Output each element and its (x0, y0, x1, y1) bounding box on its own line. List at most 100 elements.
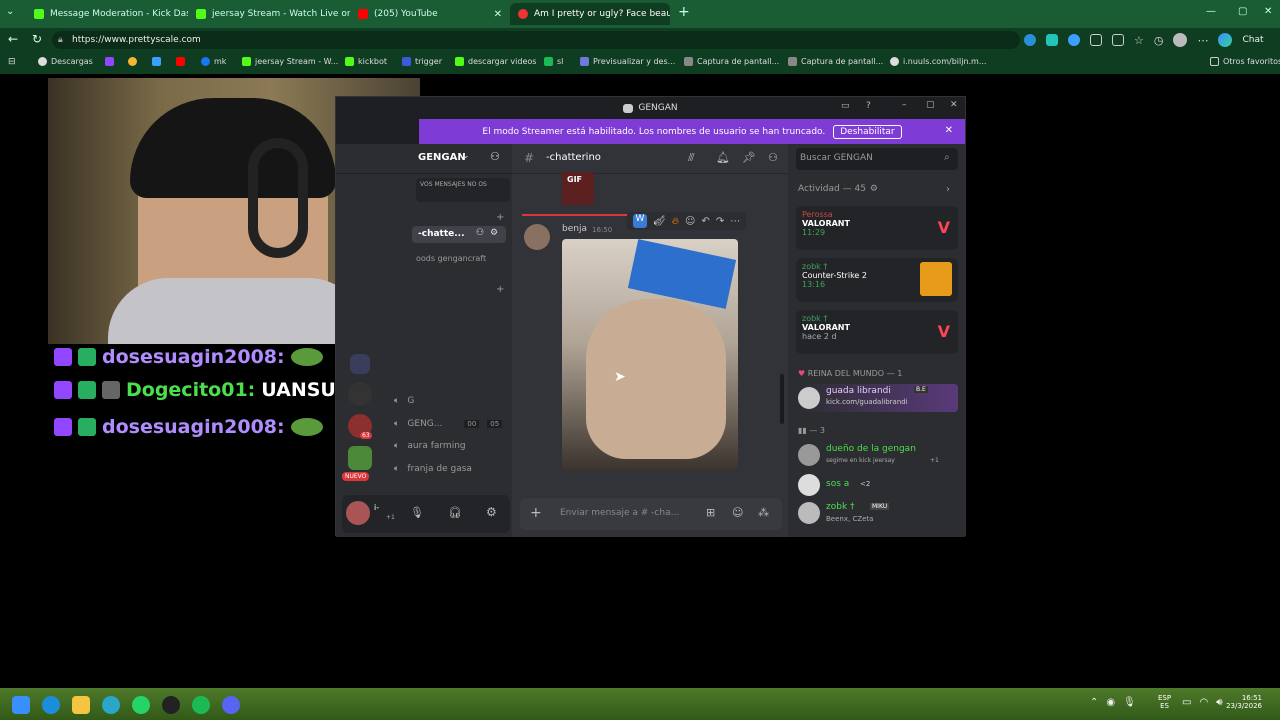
tab-list-icon[interactable]: ⌄ (6, 6, 14, 17)
bookmark-captura-2[interactable]: Captura de pantall... (788, 57, 883, 66)
whatsapp-icon[interactable] (132, 696, 150, 714)
bookmark-mk[interactable]: mk (201, 57, 226, 66)
bookmark-sl[interactable]: sl (544, 57, 563, 66)
gear-icon[interactable]: ⚙ (490, 228, 498, 238)
tab-youtube[interactable]: (205) YouTube ✕ (350, 3, 510, 25)
history-icon[interactable]: ◷ (1154, 34, 1164, 47)
member-row[interactable]: guada librandi B.E kick.com/guadalibrand… (796, 384, 958, 412)
chat-label[interactable]: Chat (1242, 35, 1263, 45)
forward-icon[interactable]: ↷ (716, 216, 724, 227)
close-icon[interactable]: ✕ (950, 100, 958, 110)
edge-icon[interactable] (42, 696, 60, 714)
member-list-icon[interactable]: ⚇ (768, 151, 778, 164)
back-icon[interactable]: ← (8, 32, 18, 46)
copilot-icon[interactable] (1218, 33, 1233, 47)
microphone-icon[interactable]: 🎙︎ (1123, 697, 1136, 708)
network-icon[interactable]: ▭ (1182, 697, 1191, 708)
avatar[interactable] (346, 501, 370, 525)
language-indicator[interactable]: ESP ES (1158, 694, 1171, 710)
bell-icon[interactable]: 🔔︎ (716, 151, 730, 164)
clock[interactable]: 16:51 23/3/2026 (1222, 694, 1262, 710)
folder-icon[interactable] (350, 354, 370, 374)
gif-thumbnail[interactable]: GIF (562, 172, 594, 205)
inbox-icon[interactable]: ▭ (841, 101, 850, 111)
reply-icon[interactable]: ↶ (701, 216, 709, 227)
more-icon[interactable]: ⋯ (1197, 34, 1208, 47)
search-input[interactable]: Buscar GENGAN ⌕ (796, 148, 958, 170)
close-icon[interactable]: ✕ (945, 125, 953, 136)
tab-jeersay-stream[interactable]: jeersay Stream - Watch Live on Kic ✕ (188, 3, 350, 25)
w-reaction-icon[interactable]: W (633, 214, 647, 228)
tab-prettyscale[interactable]: Am I pretty or ugly? Face beauty a ✕ (510, 3, 670, 25)
minimize-icon[interactable]: — (1206, 6, 1216, 17)
violin-reaction-icon[interactable]: 🎻︎ (653, 216, 666, 227)
bookmark-ext2[interactable] (152, 57, 161, 66)
add-member-icon[interactable]: ⚇ (476, 228, 484, 238)
bookmark-captura-1[interactable]: Captura de pantall... (684, 57, 779, 66)
server-icon[interactable] (348, 382, 372, 406)
emoji-icon[interactable]: ☺ (685, 216, 695, 227)
tab-message-moderation[interactable]: Message Moderation - Kick Dashb ✕ (26, 3, 188, 25)
bookmark-twitch[interactable] (105, 57, 114, 66)
bookmark-descargas[interactable]: Descargas (38, 57, 93, 66)
bookmark-nuuls[interactable]: i.nuuls.com/biljn.m... (890, 57, 986, 66)
sidebar-icon[interactable]: ⊟ (8, 57, 16, 67)
headphones-icon[interactable]: 🎧︎ (448, 506, 462, 519)
threads-icon[interactable]: ⫻ (688, 151, 695, 165)
activity-card[interactable]: Perossa VALORANT 11:29 V (796, 206, 958, 250)
disable-streamer-button[interactable]: Deshabilitar (833, 124, 902, 139)
add-user-icon[interactable]: ⚇ (490, 150, 500, 163)
voice-channel-franja[interactable]: 🔈︎ franja de gasa (394, 464, 472, 474)
server-icon[interactable] (348, 446, 372, 470)
minimize-icon[interactable]: – (902, 100, 907, 110)
bookmark-descargar[interactable]: descargar videos (455, 57, 536, 66)
spotify-icon[interactable] (192, 696, 210, 714)
discord-tray-icon[interactable]: ◉ (1106, 697, 1115, 708)
close-window-icon[interactable]: ✕ (1264, 6, 1272, 17)
bookmark-previsualizar[interactable]: Previsualizar y des... (580, 57, 675, 66)
bookmark-kickbot[interactable]: kickbot (345, 57, 387, 66)
avatar[interactable] (1173, 33, 1188, 47)
more-icon[interactable]: ⋯ (730, 216, 740, 227)
bookmark-youtube[interactable] (176, 57, 185, 66)
server-header[interactable]: GENGAN ⌄ ⚇ (336, 144, 512, 174)
add-attachment-icon[interactable]: + (530, 505, 542, 521)
extension-icon[interactable] (1046, 34, 1058, 46)
channel-item-chatterino[interactable]: -chatte... ⚇ ⚙ (412, 226, 506, 243)
activity-card[interactable]: zobk † VALORANT hace 2 d V (796, 310, 958, 354)
scrollbar[interactable] (780, 374, 784, 424)
extension-icon[interactable] (1024, 34, 1036, 46)
member-row[interactable]: zobk † MIKU Beenx, CZeta (796, 500, 958, 526)
bookmark-ext[interactable] (128, 57, 137, 66)
chevron-right-icon[interactable]: › (946, 184, 950, 195)
refresh-icon[interactable]: ↻ (32, 32, 42, 46)
channel-item-gengancraft[interactable]: oods gengancraft (416, 254, 486, 263)
extension-icon[interactable] (1068, 34, 1080, 46)
edge-icon[interactable] (102, 696, 120, 714)
split-screen-icon[interactable] (1112, 34, 1124, 46)
help-icon[interactable]: ? (866, 101, 871, 111)
gift-icon[interactable]: ⊞ (706, 506, 715, 519)
cat-video-attachment[interactable]: ➤ (562, 239, 738, 471)
chevron-up-icon[interactable]: ⌃ (1090, 697, 1098, 708)
apps-icon[interactable]: ⁂ (758, 506, 769, 519)
avatar[interactable] (524, 224, 550, 250)
bookmark-jeersay[interactable]: jeersay Stream - W... (242, 57, 338, 66)
emoji-icon[interactable]: ☺ (732, 506, 743, 519)
member-row[interactable]: sos a <2 (796, 472, 958, 498)
extensions-icon[interactable] (1090, 34, 1102, 46)
close-icon[interactable]: ✕ (494, 9, 502, 20)
discord-icon[interactable] (222, 696, 240, 714)
add-channel-icon[interactable]: + (496, 284, 504, 295)
bookmark-otros[interactable]: Otros favoritos (1210, 57, 1280, 66)
activity-header[interactable]: Actividad — 45 ⚙ (798, 184, 878, 194)
gear-icon[interactable]: ⚙ (486, 505, 497, 519)
pin-icon[interactable]: 📌︎ (742, 151, 756, 164)
new-tab-button[interactable]: + (678, 4, 690, 20)
favorites-icon[interactable]: ☆ (1134, 34, 1144, 47)
obs-icon[interactable] (162, 696, 180, 714)
windows-start-icon[interactable] (12, 696, 30, 714)
file-explorer-icon[interactable] (72, 696, 90, 714)
voice-channel-aura[interactable]: 🔈︎ aura farming (394, 441, 466, 451)
voice-channel-g[interactable]: 🔈︎ G (394, 396, 414, 406)
